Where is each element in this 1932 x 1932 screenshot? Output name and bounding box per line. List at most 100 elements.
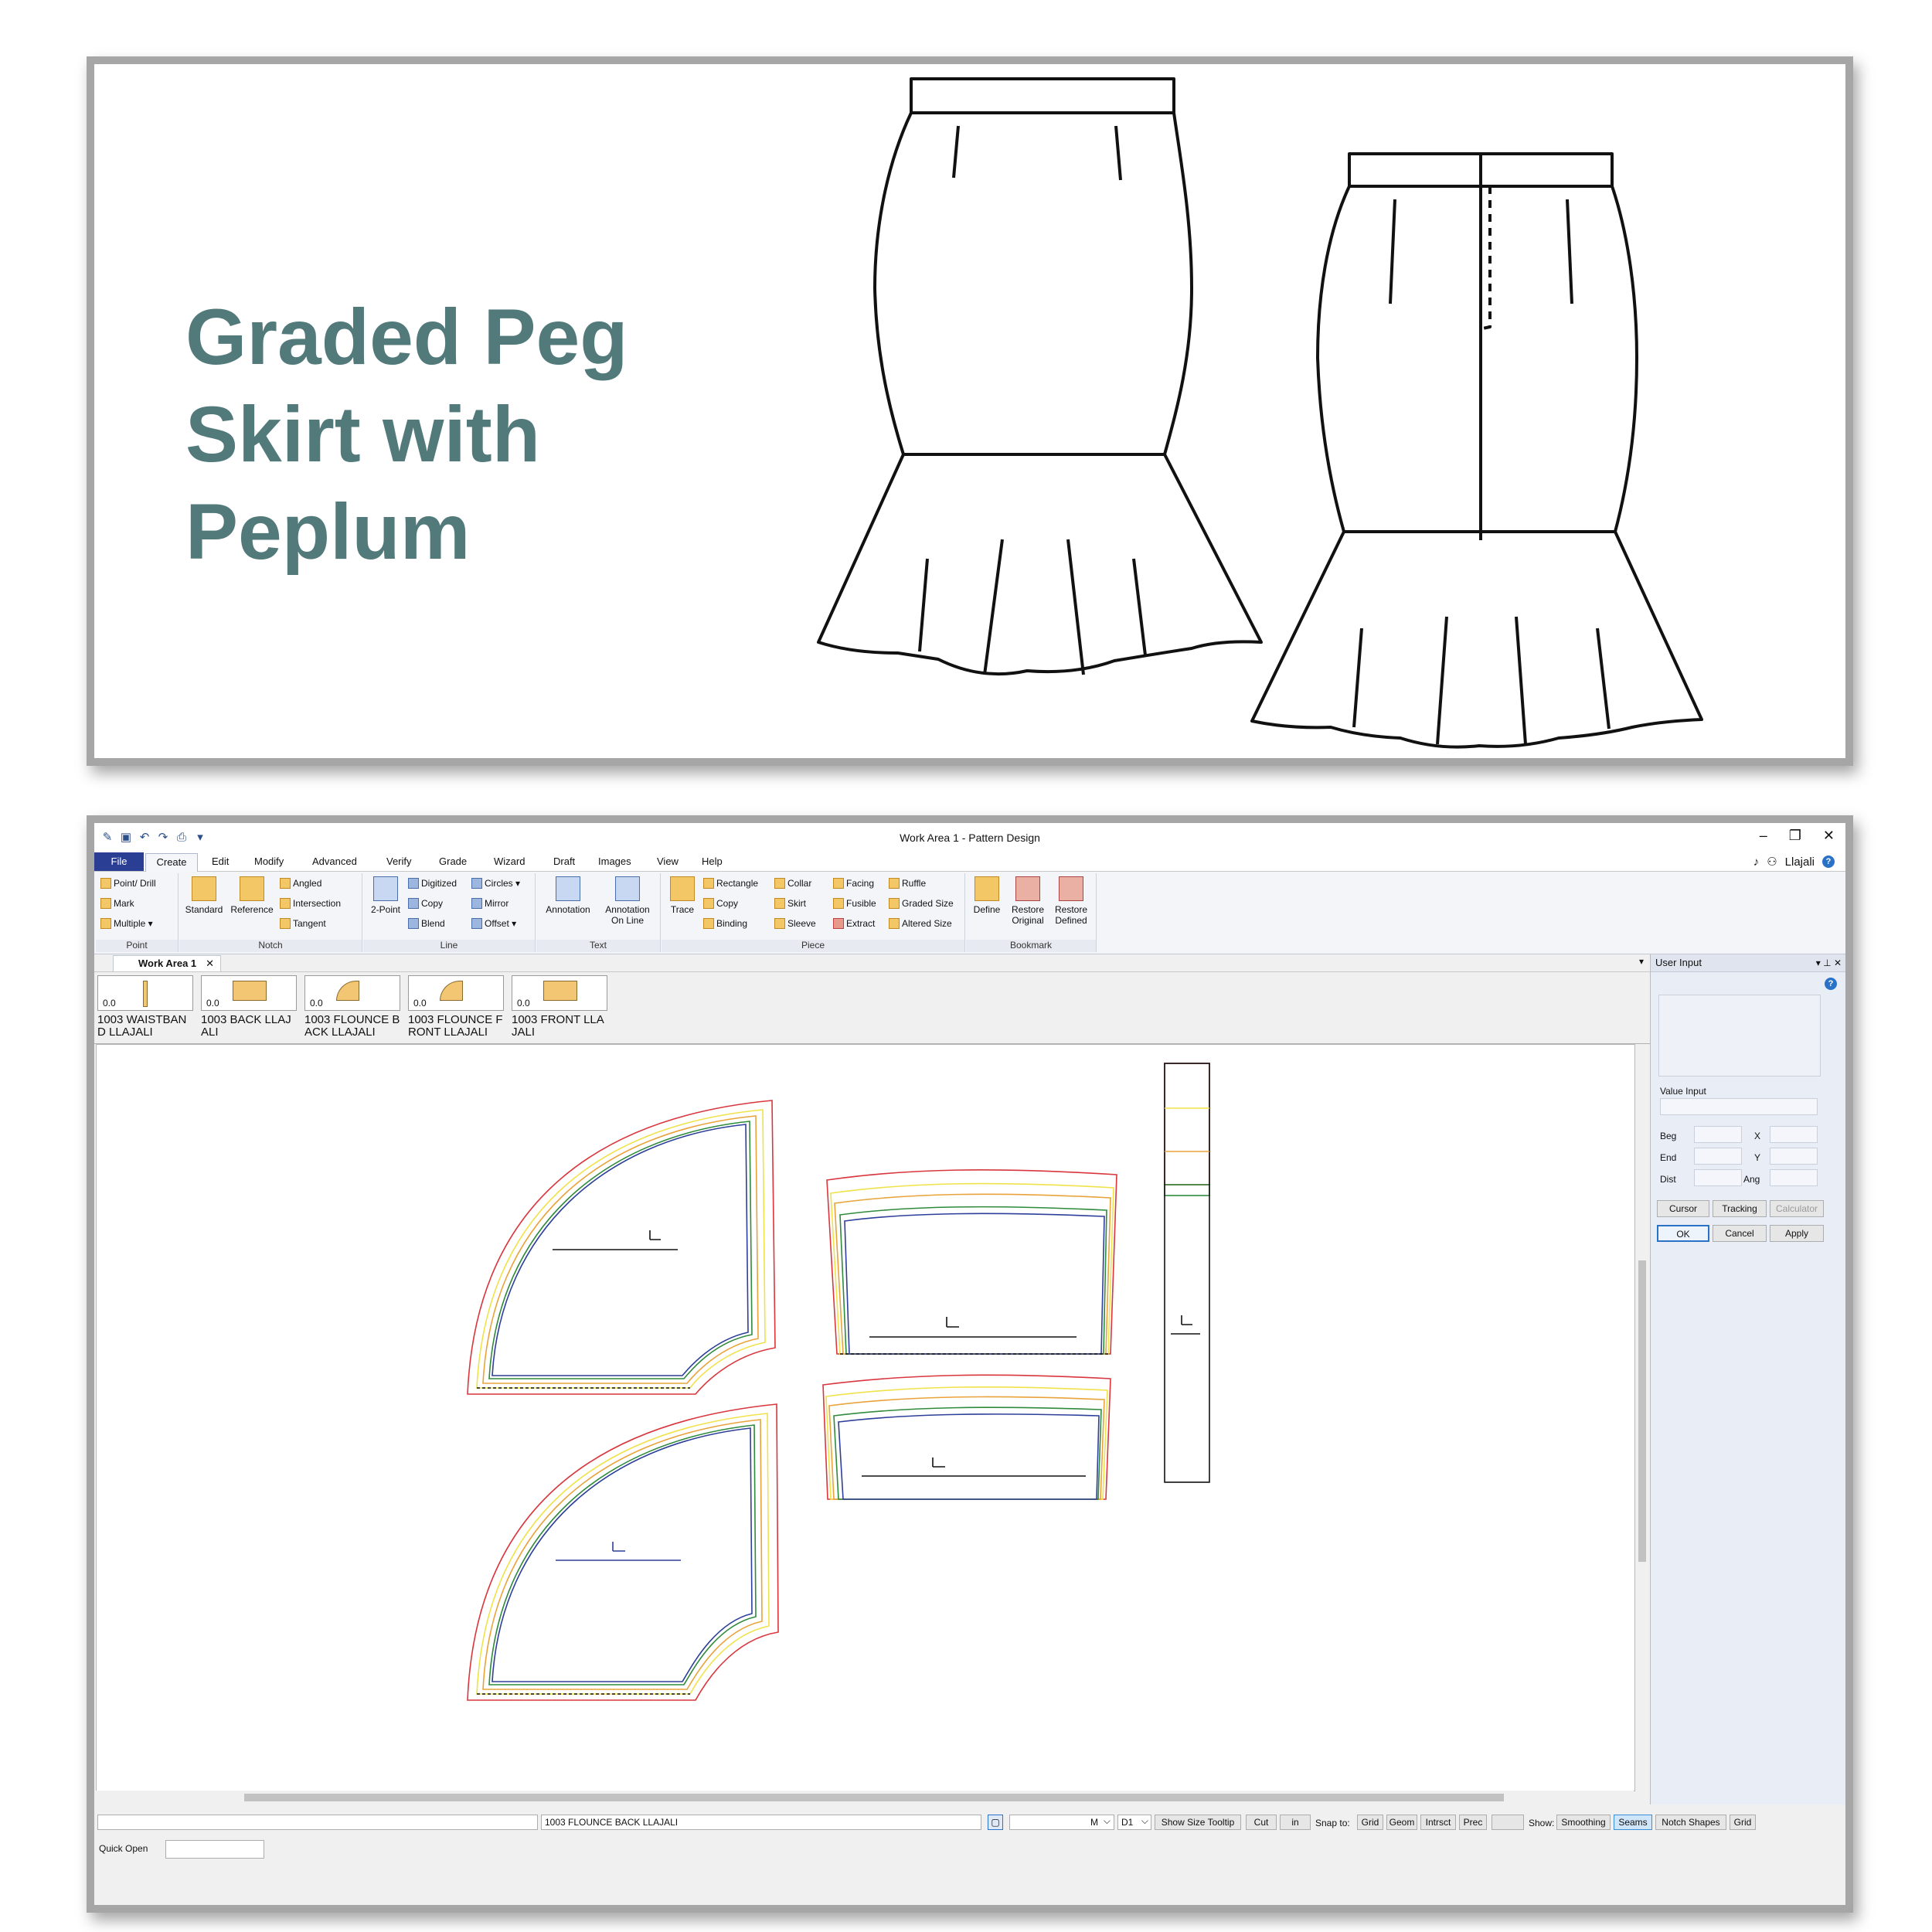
tracking-button[interactable]: Tracking: [1713, 1200, 1767, 1217]
extract-button[interactable]: Extract: [833, 918, 875, 929]
panel-close-icon[interactable]: ✕: [1834, 957, 1842, 968]
cursor-button[interactable]: Cursor: [1657, 1200, 1709, 1217]
intersection-label: Intersection: [293, 898, 342, 909]
horizontal-scrollbar[interactable]: [96, 1791, 1634, 1804]
line-copy-button[interactable]: Copy: [408, 898, 443, 909]
tangent-button[interactable]: Tangent: [280, 918, 326, 929]
snap-blank-button[interactable]: [1492, 1815, 1524, 1830]
restore-original-button[interactable]: Restore Original: [1008, 876, 1048, 926]
ang-field[interactable]: [1770, 1169, 1818, 1186]
y-field[interactable]: [1770, 1148, 1818, 1165]
panel-dropdown-icon[interactable]: ▾: [1816, 957, 1821, 968]
ok-button[interactable]: OK: [1657, 1225, 1709, 1242]
annotation-button[interactable]: Annotation: [539, 876, 597, 915]
status-message-field: [97, 1815, 538, 1830]
circles-button[interactable]: Circles ▾: [471, 878, 520, 889]
end-field[interactable]: [1694, 1148, 1742, 1165]
define-bookmark-button[interactable]: Define: [969, 876, 1005, 915]
show-grid-button[interactable]: Grid: [1730, 1815, 1756, 1830]
unit-button[interactable]: in: [1280, 1815, 1311, 1830]
tab-dropdown-icon[interactable]: ▾: [1639, 956, 1644, 967]
facing-button[interactable]: Facing: [833, 878, 874, 889]
annotation-on-line-label: Annotation On Line: [605, 904, 650, 926]
menu-view[interactable]: View: [657, 855, 679, 867]
bell-icon[interactable]: ♪: [1753, 855, 1760, 869]
menu-create[interactable]: Create: [145, 853, 198, 872]
rectangle-button[interactable]: Rectangle: [703, 878, 758, 889]
annotation-on-line-button[interactable]: Annotation On Line: [598, 876, 657, 926]
user-name[interactable]: Llajali: [1785, 855, 1815, 869]
d1-select[interactable]: D1 ⌵: [1117, 1815, 1151, 1830]
intersection-button[interactable]: Intersection: [280, 898, 341, 909]
graded-size-button[interactable]: Graded Size: [889, 898, 954, 909]
beg-field[interactable]: [1694, 1126, 1742, 1143]
fusible-button[interactable]: Fusible: [833, 898, 876, 909]
blend-button[interactable]: Blend: [408, 918, 445, 929]
piece-thumb-flounce-front[interactable]: 0.0 1003 FLOUNCE FRONT LLAJALI: [408, 975, 504, 1039]
piece-copy-button[interactable]: Copy: [703, 898, 738, 909]
show-size-tooltip-button[interactable]: Show Size Tooltip: [1155, 1815, 1241, 1830]
work-area-canvas[interactable]: [96, 1044, 1635, 1791]
mirror-button[interactable]: Mirror: [471, 898, 509, 909]
horizontal-scroll-thumb[interactable]: [244, 1794, 1504, 1801]
x-field[interactable]: [1770, 1126, 1818, 1143]
altered-size-button[interactable]: Altered Size: [889, 918, 952, 929]
calculator-button[interactable]: Calculator: [1770, 1200, 1824, 1217]
menu-edit[interactable]: Edit: [212, 855, 229, 867]
vertical-scroll-thumb[interactable]: [1638, 1260, 1646, 1562]
piece-thumb-waistband[interactable]: 0.0 1003 WAISTBAND LLAJALI: [97, 975, 193, 1039]
panel-pin-icon[interactable]: ⊥: [1823, 957, 1831, 968]
piece-thumb-front[interactable]: 0.0 1003 FRONT LLAJALI: [512, 975, 607, 1039]
vertical-scrollbar[interactable]: [1635, 1044, 1649, 1790]
snap-grid-button[interactable]: Grid: [1357, 1815, 1383, 1830]
snap-prec-button[interactable]: Prec: [1459, 1815, 1487, 1830]
menu-wizard[interactable]: Wizard: [494, 855, 525, 867]
angled-button[interactable]: Angled: [280, 878, 321, 889]
point-drill-button[interactable]: Point/ Drill: [100, 878, 156, 889]
piece-thumb-back[interactable]: 0.0 1003 BACK LLAJALI: [201, 975, 297, 1039]
reference-notch-button[interactable]: Reference: [229, 876, 275, 915]
quick-open-input[interactable]: [165, 1840, 264, 1859]
menu-help[interactable]: Help: [702, 855, 723, 867]
tab-close-icon[interactable]: ✕: [206, 956, 214, 971]
sleeve-button[interactable]: Sleeve: [774, 918, 816, 929]
menu-images[interactable]: Images: [598, 855, 631, 867]
menu-file[interactable]: File: [94, 852, 144, 871]
ruffle-button[interactable]: Ruffle: [889, 878, 926, 889]
piece-select-icon[interactable]: ▢: [988, 1815, 1003, 1830]
tab-work-area-1[interactable]: Work Area 1 ✕: [113, 955, 221, 971]
restore-defined-button[interactable]: Restore Defined: [1049, 876, 1093, 926]
menu-modify[interactable]: Modify: [254, 855, 284, 867]
help-icon[interactable]: ?: [1822, 855, 1835, 868]
menu-grade[interactable]: Grade: [439, 855, 467, 867]
restore-button[interactable]: ❐: [1789, 828, 1801, 844]
user-input-help-icon[interactable]: ?: [1825, 978, 1837, 990]
snap-geom-button[interactable]: Geom: [1386, 1815, 1417, 1830]
value-input-field[interactable]: [1660, 1098, 1818, 1115]
collar-button[interactable]: Collar: [774, 878, 811, 889]
show-notch-shapes-button[interactable]: Notch Shapes: [1655, 1815, 1726, 1830]
size-select[interactable]: M ⌵: [1009, 1815, 1114, 1830]
offset-button[interactable]: Offset ▾: [471, 918, 516, 929]
binding-button[interactable]: Binding: [703, 918, 747, 929]
show-seams-button[interactable]: Seams: [1614, 1815, 1652, 1830]
two-point-line-button[interactable]: 2-Point: [366, 876, 405, 915]
skirt-button[interactable]: Skirt: [774, 898, 806, 909]
minimize-button[interactable]: –: [1760, 828, 1767, 844]
show-smoothing-button[interactable]: Smoothing: [1556, 1815, 1611, 1830]
close-button[interactable]: ✕: [1823, 828, 1835, 844]
menu-advanced[interactable]: Advanced: [312, 855, 357, 867]
digitized-button[interactable]: Digitized: [408, 878, 457, 889]
menu-draft[interactable]: Draft: [553, 855, 575, 867]
standard-notch-button[interactable]: Standard: [184, 876, 224, 915]
cut-button[interactable]: Cut: [1246, 1815, 1277, 1830]
mark-button[interactable]: Mark: [100, 898, 134, 909]
menu-verify[interactable]: Verify: [386, 855, 412, 867]
piece-thumb-flounce-back[interactable]: 0.0 1003 FLOUNCE BACK LLAJALI: [304, 975, 400, 1039]
cancel-button[interactable]: Cancel: [1713, 1225, 1767, 1242]
multiple-button[interactable]: Multiple ▾: [100, 918, 153, 929]
trace-button[interactable]: Trace: [665, 876, 700, 915]
apply-button[interactable]: Apply: [1770, 1225, 1824, 1242]
dist-field[interactable]: [1694, 1169, 1742, 1186]
snap-intersect-button[interactable]: Intrsct: [1420, 1815, 1456, 1830]
